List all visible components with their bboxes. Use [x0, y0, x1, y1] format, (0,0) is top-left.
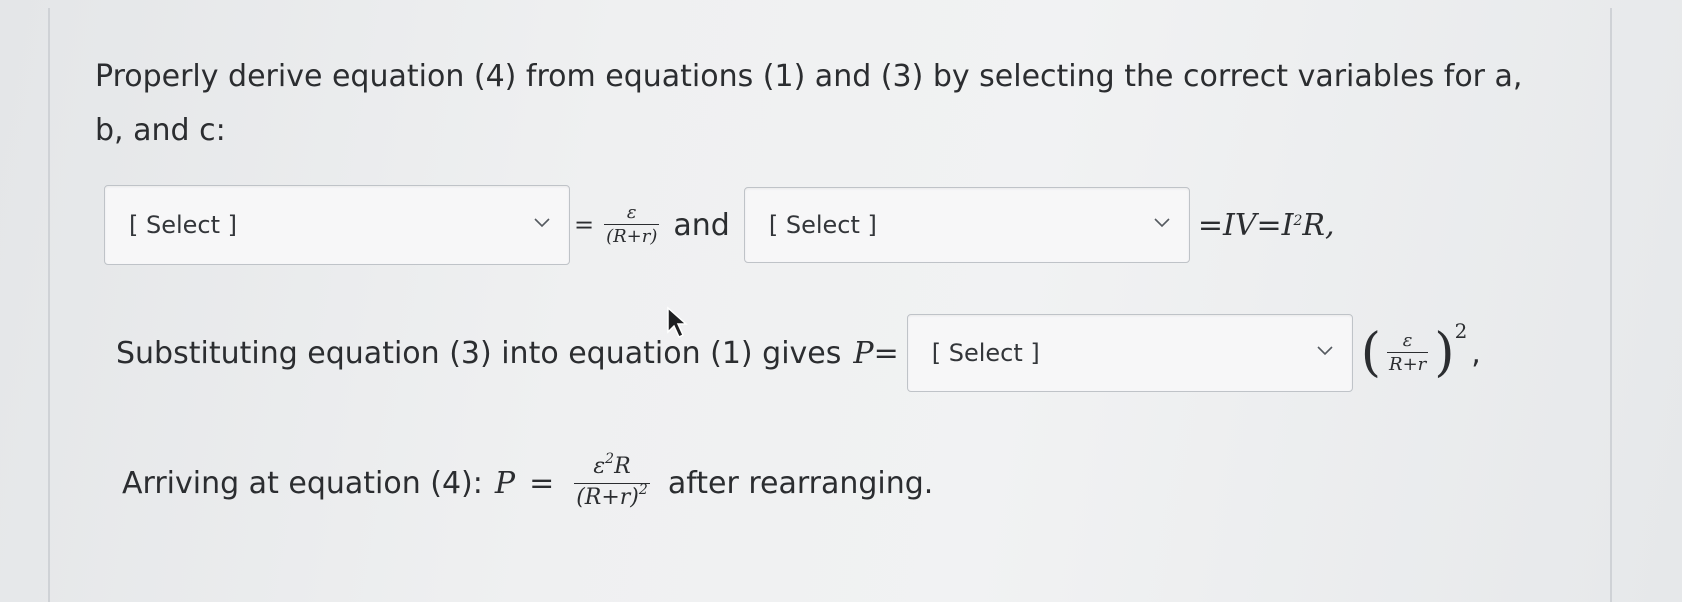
select-a-dropdown[interactable]: [ Select ] [104, 185, 570, 265]
result-numerator: ε2R [593, 450, 631, 479]
trailing-comma: , [1471, 335, 1481, 371]
result-denominator: (R+r)2 [576, 481, 648, 510]
after-rearranging-text: after rearranging. [667, 465, 934, 501]
fraction-numerator: ε [626, 201, 637, 223]
power-lhs: P= [853, 335, 899, 371]
power-formula-exponent: 2 [1293, 212, 1303, 229]
equation-row-3: Arriving at equation (4): P = ε2R (R+r)2… [122, 440, 933, 526]
mouse-pointer-icon [667, 306, 688, 339]
prompt-line-2: b, and c: [95, 113, 226, 148]
right-paren: ) [1434, 323, 1455, 383]
chevron-down-icon [534, 218, 550, 228]
equals-sign: = [529, 465, 555, 501]
fraction-denominator: (R+r) [606, 225, 658, 247]
equation-row-2: Substituting equation (3) into equation … [116, 310, 1481, 396]
fraction-emf-over-resistance: ε (R+r) [604, 201, 660, 249]
substitution-text: Substituting equation (3) into equation … [116, 335, 842, 371]
chevron-down-icon [1317, 346, 1333, 356]
equals-sign: = [574, 211, 595, 239]
result-fraction: ε2R (R+r)2 [574, 450, 650, 514]
chevron-down-icon [1154, 218, 1170, 228]
prompt-line-1: Properly derive equation (4) from equati… [95, 59, 1523, 94]
select-c-label: [ Select ] [931, 339, 1040, 367]
power-formula-start: =IV=I [1197, 207, 1294, 243]
result-text: Arriving at equation (4): [122, 465, 483, 501]
power-formula-end: R, [1302, 207, 1335, 243]
select-c-dropdown[interactable]: [ Select ] [906, 314, 1353, 392]
equation-row-1: [ Select ] = ε (R+r) and [ Select ] =IV=… [104, 182, 1335, 268]
fraction-numerator: ε [1402, 329, 1413, 351]
select-b-label: [ Select ] [768, 211, 877, 239]
question-prompt: Properly derive equation (4) from equati… [95, 50, 1595, 158]
result-lhs: P [494, 465, 516, 501]
select-b-dropdown[interactable]: [ Select ] [743, 187, 1190, 263]
squared-exponent: 2 [1454, 319, 1468, 343]
fraction-emf-over-total-resistance: ε R+r [1387, 329, 1429, 377]
power-formula: =IV=I2R, [1198, 208, 1335, 243]
select-a-label: [ Select ] [129, 211, 238, 239]
fraction-denominator: R+r [1389, 353, 1427, 375]
and-text: and [673, 207, 730, 243]
left-paren: ( [1360, 323, 1382, 383]
